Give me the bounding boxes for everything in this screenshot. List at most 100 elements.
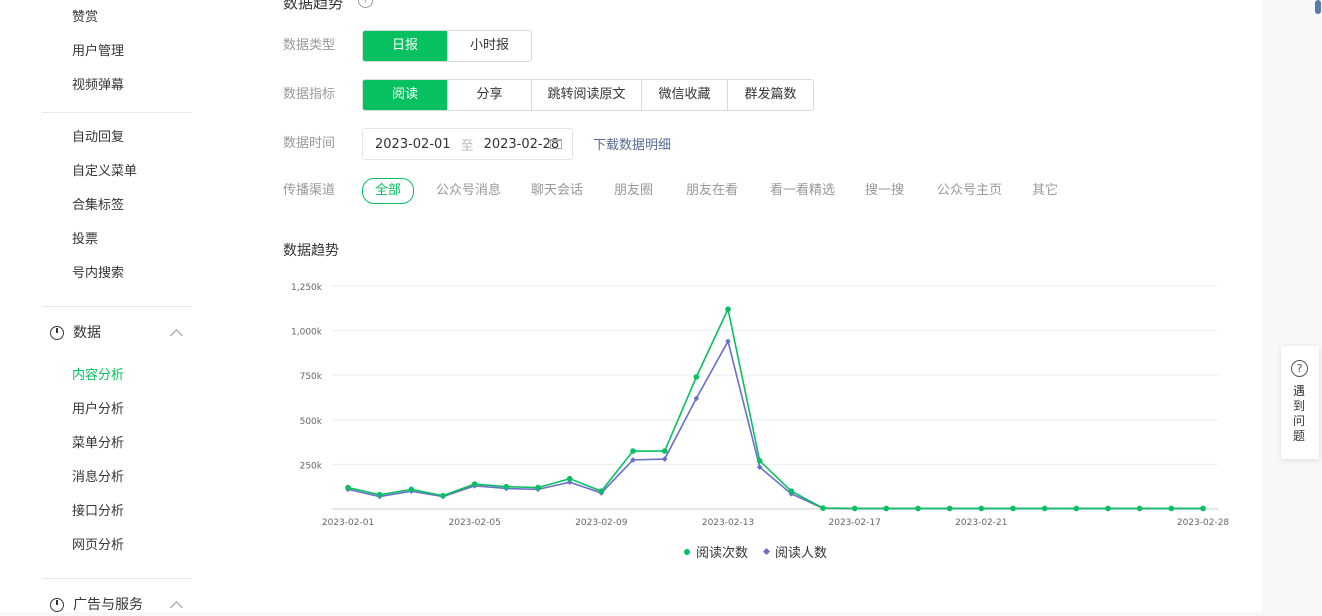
y-tick-label: 500k [300, 417, 323, 427]
data-metric-toggle: 阅读 分享 跳转阅读原文 微信收藏 群发篇数 [362, 79, 814, 111]
sidebar-divider [42, 112, 192, 113]
data-time-label: 数据时间 [283, 136, 336, 151]
data-point [630, 448, 636, 454]
channel-account-home[interactable]: 公众号主页 [937, 180, 1002, 202]
trend-title: 数据趋势 [283, 243, 339, 259]
date-separator: 至 [460, 138, 474, 154]
question-icon: ? [1291, 360, 1308, 377]
sidebar-item-collection-tags[interactable]: 合集标签 [72, 196, 124, 216]
metric-favorite-button[interactable]: 微信收藏 [641, 80, 727, 110]
sidebar-item-in-account-search[interactable]: 号内搜索 [72, 264, 124, 284]
date-range-picker[interactable]: 2023-02-01 至 2023-02-28 [362, 128, 573, 160]
x-tick-label: 2023-02-09 [575, 518, 628, 528]
sidebar-group-data[interactable]: 数据 [50, 322, 101, 344]
data-point [471, 481, 478, 487]
data-point [915, 505, 921, 512]
data-point [1105, 505, 1111, 512]
sidebar-item-video-danmaku[interactable]: 视频弹幕 [72, 76, 124, 96]
channel-label: 传播渠道 [283, 183, 336, 198]
metric-share-button[interactable]: 分享 [447, 80, 531, 110]
help-float-label: 遇到问题 [1293, 384, 1306, 443]
data-point [566, 475, 573, 482]
channel-moments[interactable]: 朋友圈 [614, 180, 653, 202]
data-point [661, 448, 668, 454]
legend-marker-circle [684, 548, 690, 555]
x-tick-label: 2023-02-01 [322, 518, 374, 528]
chevron-up-icon[interactable] [170, 329, 183, 342]
trend-chart: 250k 500k 750k 1,000k 1,250k 2023-02-01 2023-0… [291, 283, 1230, 528]
data-point [788, 488, 795, 494]
sidebar-item-user-management[interactable]: 用户管理 [72, 42, 124, 62]
data-point [1073, 505, 1080, 512]
sidebar-divider [42, 578, 192, 579]
x-tick-label: 2023-02-05 [449, 518, 501, 528]
hourly-report-button[interactable]: 小时报 [447, 31, 531, 61]
date-to: 2023-02-28 [483, 136, 560, 152]
sidebar-item-user-analysis[interactable]: 用户分析 [72, 400, 124, 420]
metric-posts-button[interactable]: 群发篇数 [727, 80, 813, 110]
sidebar-item-api-analysis[interactable]: 接口分析 [72, 502, 124, 522]
data-point [503, 483, 510, 490]
sidebar-item-message-analysis[interactable]: 消息分析 [72, 468, 124, 488]
download-data-link[interactable]: 下载数据明细 [593, 134, 671, 153]
sidebar-item-menu-analysis[interactable]: 菜单分析 [72, 434, 124, 454]
data-point [946, 505, 953, 512]
data-point [820, 505, 826, 511]
legend-label: 阅读次数 [696, 546, 749, 561]
data-point [693, 374, 700, 380]
help-float-button[interactable]: ? 遇到问题 [1281, 346, 1319, 459]
clock-pie-icon [50, 326, 64, 340]
sidebar-group-ads[interactable]: 广告与服务 [50, 594, 143, 616]
series-line-1 [347, 306, 1203, 510]
data-point [1168, 505, 1175, 512]
sidebar-group-label: 数据 [73, 325, 101, 341]
sidebar-item-content-analysis[interactable]: 内容分析 [72, 366, 124, 386]
channel-friends-watching[interactable]: 朋友在看 [686, 180, 738, 202]
legend-item-series2[interactable]: 阅读人数 [762, 542, 828, 561]
sidebar-item-auto-reply[interactable]: 自动回复 [72, 128, 124, 148]
x-tick-label: 2023-02-13 [702, 518, 754, 528]
data-point [1136, 505, 1143, 512]
sidebar-item-reward[interactable]: 赞赏 [72, 8, 98, 28]
sidebar-item-vote[interactable]: 投票 [72, 230, 98, 250]
compass-icon [50, 598, 64, 612]
data-point [345, 484, 351, 491]
data-point [661, 456, 668, 462]
data-point [535, 484, 541, 491]
data-point [756, 458, 763, 464]
y-tick-label: 1,250k [291, 283, 323, 293]
channel-top-stories[interactable]: 看一看精选 [770, 180, 835, 202]
x-tick-label: 2023-02-17 [829, 518, 881, 528]
data-point [1200, 505, 1206, 512]
data-point [978, 505, 985, 512]
legend-marker-diamond [762, 547, 771, 556]
metric-read-original-button[interactable]: 跳转阅读原文 [531, 80, 641, 110]
legend-label: 阅读人数 [775, 546, 828, 561]
data-point [408, 486, 415, 493]
sidebar-item-webpage-analysis[interactable]: 网页分析 [72, 536, 124, 556]
data-point [851, 505, 858, 512]
section-title: 数据趋势 [283, 0, 344, 12]
channel-search[interactable]: 搜一搜 [865, 180, 904, 202]
x-tick-label: 2023-02-28 [1177, 518, 1230, 528]
channel-other[interactable]: 其它 [1032, 180, 1058, 202]
y-tick-label: 1,000k [291, 328, 323, 338]
channel-account-message[interactable]: 公众号消息 [436, 180, 501, 202]
x-tick-label: 2023-02-21 [955, 518, 1007, 528]
date-from: 2023-02-01 [375, 136, 451, 152]
channel-all[interactable]: 全部 [362, 178, 415, 204]
daily-report-button[interactable]: 日报 [363, 31, 447, 61]
sidebar-group-label: 广告与服务 [73, 597, 143, 613]
sidebar-divider [42, 306, 192, 307]
scrollbar-thumb[interactable] [1315, 0, 1321, 14]
data-point [883, 505, 890, 512]
metric-read-button[interactable]: 阅读 [363, 80, 447, 110]
help-icon[interactable]: ? [358, 0, 373, 8]
data-point [440, 492, 446, 499]
calendar-icon [550, 139, 562, 149]
channel-chat[interactable]: 聊天会话 [531, 180, 583, 202]
legend-item-series1[interactable]: 阅读次数 [684, 542, 748, 561]
y-tick-label: 750k [300, 372, 323, 382]
sidebar-item-custom-menu[interactable]: 自定义菜单 [72, 162, 137, 182]
data-point [1041, 505, 1048, 512]
